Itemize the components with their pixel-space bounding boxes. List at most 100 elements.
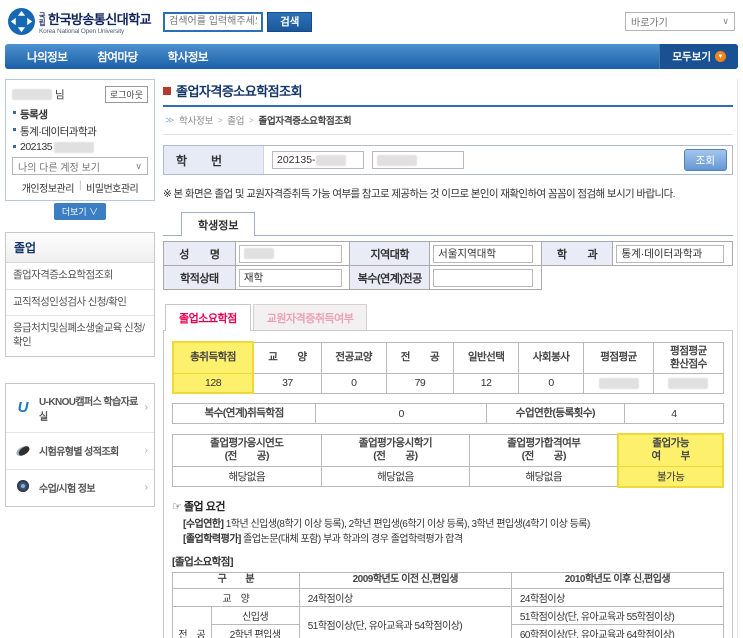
summary-table: 복수(연계)취득학점 0 수업연한(등록횟수) 4 — [171, 403, 725, 425]
header-eval-pass: 졸업평가합격여부 (전 공) — [469, 433, 619, 467]
header-before-2009: 2009학년도 이전 신,편입생 — [298, 571, 512, 589]
quick-go-select[interactable]: 바로가기 ∨ — [625, 12, 735, 31]
required-credits-table-title: [졸업소요학점] — [172, 555, 233, 568]
graduation-menu: 졸업 졸업자격증소요학점조회 교직적성인성검사 신청/확인 응급처치및심폐소생술… — [5, 232, 155, 357]
required-credits-table: 구 분 2009학년도 이전 신,편입생 2010학년도 이후 신,편입생 교 … — [172, 571, 725, 638]
headset-icon — [12, 479, 34, 497]
logo[interactable]: 국립 한국방송통신대학교 Korea National Open Universi… — [8, 8, 152, 35]
logout-button[interactable]: 로그아웃 — [104, 86, 148, 103]
region-value: 서울지역대학 — [433, 244, 534, 263]
other-account-select[interactable]: 나의 다른 계정 보기 ∨ — [12, 157, 148, 175]
quick-link-uknou-campus[interactable]: U U-KNOU캠퍼스 학습자료실 › — [6, 384, 154, 433]
dept-label: 학 과 — [540, 241, 614, 266]
nav-item-my-info[interactable]: 나의정보 — [27, 49, 68, 65]
double-major-label: 복수(연계)전공 — [349, 265, 431, 290]
value-major-ge: 0 — [320, 372, 387, 394]
sidebar: 님 로그아웃 등록생 통계·데이터과학과 202135 나의 다른 계정 보기 … — [5, 79, 155, 638]
requirement-eval: [졸업학력평가] 졸업논문(대체 포함) 부과 학과의 경우 졸업학력평가 합격 — [183, 533, 463, 545]
student-id-label: 학 번 — [164, 146, 264, 174]
view-all-button[interactable]: 모두보기 ▼ — [659, 44, 738, 69]
header-gpa-converted: 평점평균 환산점수 — [652, 341, 725, 374]
header-major: 전 공 — [385, 341, 455, 374]
freshman-2010: 51학점이상(단, 유아교육과 55학점이상) — [510, 605, 725, 625]
nav-item-academics[interactable]: 학사정보 — [168, 49, 209, 65]
header-total-credits: 총취득학점 — [171, 340, 255, 374]
logo-korean-name: 한국방송통신대학교 — [48, 11, 152, 27]
value-eval-semester: 해당없음 — [320, 465, 471, 487]
logo-prefix: 국립 — [39, 12, 45, 28]
student-id-input[interactable]: 202135- — [272, 151, 364, 169]
ge-2009: 24학점이상 — [298, 587, 512, 607]
redacted-gpa — [598, 377, 639, 389]
main-nav: 나의정보 참여마당 학사정보 모두보기 ▼ — [5, 44, 738, 69]
user-status: 등록생 — [12, 107, 148, 122]
arrow-right-icon: › — [144, 445, 148, 457]
user-name-suffix: 님 — [55, 89, 65, 101]
requirement-enrollment: [수업연한] 1학년 신입생(8학기 이상 등록), 2학년 편입생(6학기 이… — [183, 518, 590, 530]
header-after-2010: 2010학년도 이후 신,편입생 — [510, 571, 725, 589]
tab-graduation-credits[interactable]: 졸업소요학점 — [165, 304, 251, 331]
chevron-down-icon: ∨ — [135, 160, 142, 171]
password-settings-link[interactable]: 비밀번호관리 — [86, 180, 139, 195]
table-header-row: 구 분 2009학년도 이전 신,편입생 2010학년도 이후 신,편입생 — [172, 571, 725, 589]
breadcrumb-academics[interactable]: 학사정보 — [179, 113, 213, 127]
value-major: 79 — [385, 372, 455, 394]
transfer2-label: 2학년 편입생 — [210, 623, 300, 638]
student-info-table: 성 명 지역대학 서울지역대학 학 과 통계·데이터과학과 학적상태 재학 복수… — [163, 241, 733, 290]
region-label: 지역대학 — [349, 241, 431, 266]
quick-link-class-exam-info[interactable]: 수업/시험 정보 › — [6, 470, 154, 506]
university-logo-icon — [8, 8, 35, 35]
quick-link-grade-inquiry[interactable]: 시험유형별 성적조회 › — [6, 433, 154, 470]
logo-english-name: Korea National Open University — [39, 27, 125, 35]
student-id-form: 학 번 202135- 조회 — [163, 145, 733, 175]
user-box: 님 로그아웃 등록생 통계·데이터과학과 202135 나의 다른 계정 보기 … — [5, 79, 155, 201]
ge-2010: 24학점이상 — [510, 587, 725, 607]
table-row: 128 37 0 79 12 0 — [171, 372, 725, 395]
search-button[interactable]: 검색 — [267, 11, 313, 32]
name-value — [238, 244, 343, 263]
header-graduation-eligibility: 졸업가능 여 부 — [617, 433, 724, 467]
nav-item-community[interactable]: 참여마당 — [97, 49, 138, 65]
table-row: 성 명 지역대학 서울지역대학 학 과 통계·데이터과학과 — [163, 241, 733, 266]
ge-label: 교 양 — [172, 587, 300, 607]
privacy-settings-link[interactable]: 개인정보관리 — [22, 180, 75, 195]
student-name-input[interactable] — [372, 151, 464, 169]
student-info-tab-strip: 학생정보 — [163, 211, 733, 236]
credits-table: 총취득학점 교 양 전공교양 전 공 일반선택 사회봉사 평점평균 평점평균 환산… — [171, 340, 725, 395]
value-graduation-eligibility: 불가능 — [617, 465, 724, 488]
more-button[interactable]: 더보기 ∨ — [53, 203, 107, 220]
sidebar-item-first-aid-training[interactable]: 응급처치및심폐소생술교육 신청/확인 — [6, 316, 154, 355]
chevron-down-icon: ∨ — [722, 16, 729, 26]
hand-icon: ☞ — [172, 500, 182, 513]
status-value: 재학 — [238, 268, 343, 287]
notice-text: ※ 본 화면은 졸업 및 교원자격증취득 가능 여부를 참고로 제공하는 것 이… — [163, 188, 676, 200]
arrow-right-icon: › — [144, 482, 148, 494]
sidebar-item-aptitude-test[interactable]: 교직적성인성검사 신청/확인 — [6, 290, 154, 317]
redacted-user-name — [12, 89, 52, 100]
mouse-icon — [12, 442, 34, 460]
main-content: 졸업자격증소요학점조회 ≫ 학사정보 > 졸업 > 졸업자격증소요학점조회 학 … — [163, 79, 738, 638]
inquiry-button[interactable]: 조회 — [683, 149, 727, 171]
header-major-ge: 전공교양 — [320, 341, 387, 374]
breadcrumb-icon: ≫ — [165, 114, 175, 125]
graduation-eval-table: 졸업평가응시연도 (전 공) 졸업평가응시학기 (전 공) 졸업평가합격여부 (전 공… — [172, 433, 724, 488]
tab-teacher-certificate[interactable]: 교원자격증취득여부 — [252, 304, 368, 330]
freshman-label: 신입생 — [210, 605, 300, 625]
name-label: 성 명 — [163, 241, 236, 266]
breadcrumb-separator: > — [217, 115, 223, 125]
enrollment-terms-label: 수업연한(등록횟수) — [486, 403, 625, 425]
redacted-name — [243, 248, 274, 259]
status-label: 학적상태 — [163, 265, 236, 290]
table-row: 복수(연계)취득학점 0 수업연한(등록횟수) 4 — [171, 403, 725, 425]
title-bullet-icon — [163, 86, 171, 95]
value-elective: 12 — [453, 372, 520, 394]
search-input[interactable] — [163, 11, 264, 32]
sidebar-item-credit-inquiry[interactable]: 졸업자격증소요학점조회 — [6, 263, 154, 290]
result-tabs: 졸업소요학점 교원자격증취득여부 — [163, 304, 733, 331]
search-area: 검색 — [163, 11, 313, 32]
tab-student-info[interactable]: 학생정보 — [181, 212, 256, 236]
breadcrumb-graduation[interactable]: 졸업 — [227, 113, 244, 127]
page: 국립 한국방송통신대학교 Korea National Open Universi… — [0, 0, 743, 638]
breadcrumb-separator: > — [249, 115, 254, 125]
value-gpa — [583, 372, 654, 394]
